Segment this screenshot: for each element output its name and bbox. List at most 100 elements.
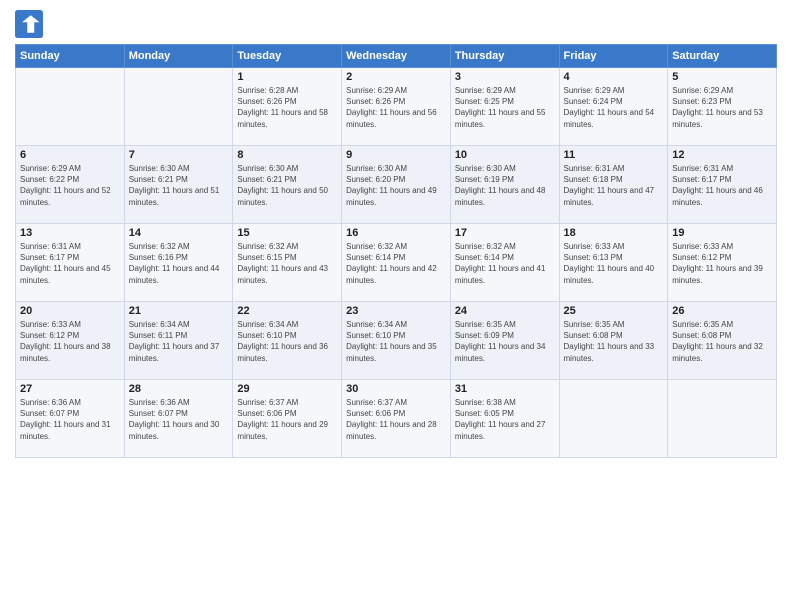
- day-cell: 18 Sunrise: 6:33 AM Sunset: 6:13 PM Dayli…: [559, 224, 668, 302]
- day-number: 3: [455, 71, 555, 83]
- day-info: Sunrise: 6:33 AM Sunset: 6:12 PM Dayligh…: [672, 241, 772, 286]
- day-cell: 25 Sunrise: 6:35 AM Sunset: 6:08 PM Dayli…: [559, 302, 668, 380]
- day-cell: 2 Sunrise: 6:29 AM Sunset: 6:26 PM Daylig…: [342, 68, 451, 146]
- day-number: 7: [129, 149, 229, 161]
- day-cell: 28 Sunrise: 6:36 AM Sunset: 6:07 PM Dayli…: [124, 380, 233, 458]
- day-info: Sunrise: 6:32 AM Sunset: 6:15 PM Dayligh…: [237, 241, 337, 286]
- day-info: Sunrise: 6:29 AM Sunset: 6:24 PM Dayligh…: [564, 85, 664, 130]
- day-number: 31: [455, 383, 555, 395]
- day-number: 23: [346, 305, 446, 317]
- day-cell: 19 Sunrise: 6:33 AM Sunset: 6:12 PM Dayli…: [668, 224, 777, 302]
- day-cell: 29Sunrise: 6:37 AM Sunset: 6:06 PM Dayli…: [233, 380, 342, 458]
- day-cell: [559, 380, 668, 458]
- day-info: Sunrise: 6:30 AM Sunset: 6:21 PM Dayligh…: [129, 163, 229, 208]
- week-row-2: 6 Sunrise: 6:29 AM Sunset: 6:22 PM Daylig…: [16, 146, 777, 224]
- day-info: Sunrise: 6:29 AM Sunset: 6:26 PM Dayligh…: [346, 85, 446, 130]
- weekday-header-row: SundayMondayTuesdayWednesdayThursdayFrid…: [16, 45, 777, 68]
- weekday-header-wednesday: Wednesday: [342, 45, 451, 68]
- day-info: Sunrise: 6:33 AM Sunset: 6:12 PM Dayligh…: [20, 319, 120, 364]
- day-number: 15: [237, 227, 337, 239]
- day-number: 28: [129, 383, 229, 395]
- day-cell: 9 Sunrise: 6:30 AM Sunset: 6:20 PM Daylig…: [342, 146, 451, 224]
- day-number: 8: [237, 149, 337, 161]
- week-row-4: 20 Sunrise: 6:33 AM Sunset: 6:12 PM Dayli…: [16, 302, 777, 380]
- day-cell: 30 Sunrise: 6:37 AM Sunset: 6:06 PM Dayli…: [342, 380, 451, 458]
- day-info: Sunrise: 6:36 AM Sunset: 6:07 PM Dayligh…: [129, 397, 229, 442]
- day-number: 13: [20, 227, 120, 239]
- day-cell: 10 Sunrise: 6:30 AM Sunset: 6:19 PM Dayli…: [450, 146, 559, 224]
- day-cell: 6 Sunrise: 6:29 AM Sunset: 6:22 PM Daylig…: [16, 146, 125, 224]
- day-number: 27: [20, 383, 120, 395]
- day-cell: 8 Sunrise: 6:30 AM Sunset: 6:21 PM Daylig…: [233, 146, 342, 224]
- day-cell: 24Sunrise: 6:35 AM Sunset: 6:09 PM Dayli…: [450, 302, 559, 380]
- day-number: 5: [672, 71, 772, 83]
- day-number: 24: [455, 305, 555, 317]
- day-info: Sunrise: 6:32 AM Sunset: 6:16 PM Dayligh…: [129, 241, 229, 286]
- day-number: 19: [672, 227, 772, 239]
- day-info: Sunrise: 6:29 AM Sunset: 6:23 PM Dayligh…: [672, 85, 772, 130]
- day-number: 25: [564, 305, 664, 317]
- day-info: Sunrise: 6:34 AM Sunset: 6:10 PM Dayligh…: [237, 319, 337, 364]
- day-info: Sunrise: 6:32 AM Sunset: 6:14 PM Dayligh…: [455, 241, 555, 286]
- day-cell: 3 Sunrise: 6:29 AM Sunset: 6:25 PM Daylig…: [450, 68, 559, 146]
- day-cell: 11 Sunrise: 6:31 AM Sunset: 6:18 PM Dayli…: [559, 146, 668, 224]
- day-info: Sunrise: 6:38 AM Sunset: 6:05 PM Dayligh…: [455, 397, 555, 442]
- day-number: 6: [20, 149, 120, 161]
- week-row-1: 1 Sunrise: 6:28 AM Sunset: 6:26 PM Daylig…: [16, 68, 777, 146]
- day-info: Sunrise: 6:31 AM Sunset: 6:17 PM Dayligh…: [20, 241, 120, 286]
- day-number: 14: [129, 227, 229, 239]
- weekday-header-tuesday: Tuesday: [233, 45, 342, 68]
- day-number: 17: [455, 227, 555, 239]
- calendar-table: SundayMondayTuesdayWednesdayThursdayFrid…: [15, 44, 777, 458]
- day-number: 4: [564, 71, 664, 83]
- day-number: 26: [672, 305, 772, 317]
- day-cell: 7 Sunrise: 6:30 AM Sunset: 6:21 PM Daylig…: [124, 146, 233, 224]
- day-cell: 21Sunrise: 6:34 AM Sunset: 6:11 PM Dayli…: [124, 302, 233, 380]
- day-cell: 20 Sunrise: 6:33 AM Sunset: 6:12 PM Dayli…: [16, 302, 125, 380]
- day-number: 18: [564, 227, 664, 239]
- day-number: 11: [564, 149, 664, 161]
- day-number: 21: [129, 305, 229, 317]
- day-cell: 12 Sunrise: 6:31 AM Sunset: 6:17 PM Dayli…: [668, 146, 777, 224]
- day-cell: 13 Sunrise: 6:31 AM Sunset: 6:17 PM Dayli…: [16, 224, 125, 302]
- day-info: Sunrise: 6:29 AM Sunset: 6:25 PM Dayligh…: [455, 85, 555, 130]
- day-cell: [668, 380, 777, 458]
- day-info: Sunrise: 6:30 AM Sunset: 6:20 PM Dayligh…: [346, 163, 446, 208]
- day-number: 22: [237, 305, 337, 317]
- day-number: 12: [672, 149, 772, 161]
- day-info: Sunrise: 6:35 AM Sunset: 6:08 PM Dayligh…: [564, 319, 664, 364]
- day-number: 9: [346, 149, 446, 161]
- day-info: Sunrise: 6:37 AM Sunset: 6:06 PM Dayligh…: [346, 397, 446, 442]
- weekday-header-friday: Friday: [559, 45, 668, 68]
- day-info: Sunrise: 6:36 AM Sunset: 6:07 PM Dayligh…: [20, 397, 120, 442]
- week-row-3: 13 Sunrise: 6:31 AM Sunset: 6:17 PM Dayli…: [16, 224, 777, 302]
- weekday-header-thursday: Thursday: [450, 45, 559, 68]
- week-row-5: 27 Sunrise: 6:36 AM Sunset: 6:07 PM Dayli…: [16, 380, 777, 458]
- day-info: Sunrise: 6:32 AM Sunset: 6:14 PM Dayligh…: [346, 241, 446, 286]
- day-number: 20: [20, 305, 120, 317]
- day-info: Sunrise: 6:33 AM Sunset: 6:13 PM Dayligh…: [564, 241, 664, 286]
- day-cell: 17 Sunrise: 6:32 AM Sunset: 6:14 PM Dayli…: [450, 224, 559, 302]
- day-info: Sunrise: 6:35 AM Sunset: 6:08 PM Dayligh…: [672, 319, 772, 364]
- day-info: Sunrise: 6:31 AM Sunset: 6:17 PM Dayligh…: [672, 163, 772, 208]
- day-info: Sunrise: 6:30 AM Sunset: 6:21 PM Dayligh…: [237, 163, 337, 208]
- day-info: Sunrise: 6:37 AM Sunset: 6:06 PM Dayligh…: [237, 397, 337, 442]
- day-info: Sunrise: 6:31 AM Sunset: 6:18 PM Dayligh…: [564, 163, 664, 208]
- day-number: 2: [346, 71, 446, 83]
- day-info: Sunrise: 6:34 AM Sunset: 6:10 PM Dayligh…: [346, 319, 446, 364]
- day-number: 10: [455, 149, 555, 161]
- logo: [15, 10, 47, 38]
- day-number: 1: [237, 71, 337, 83]
- weekday-header-sunday: Sunday: [16, 45, 125, 68]
- day-cell: 26 Sunrise: 6:35 AM Sunset: 6:08 PM Dayli…: [668, 302, 777, 380]
- day-number: 30: [346, 383, 446, 395]
- page: SundayMondayTuesdayWednesdayThursdayFrid…: [0, 0, 792, 612]
- day-info: Sunrise: 6:29 AM Sunset: 6:22 PM Dayligh…: [20, 163, 120, 208]
- weekday-header-saturday: Saturday: [668, 45, 777, 68]
- day-info: Sunrise: 6:28 AM Sunset: 6:26 PM Dayligh…: [237, 85, 337, 130]
- day-info: Sunrise: 6:30 AM Sunset: 6:19 PM Dayligh…: [455, 163, 555, 208]
- logo-icon: [15, 10, 43, 38]
- day-cell: 15 Sunrise: 6:32 AM Sunset: 6:15 PM Dayli…: [233, 224, 342, 302]
- day-cell: 4 Sunrise: 6:29 AM Sunset: 6:24 PM Daylig…: [559, 68, 668, 146]
- day-cell: 1 Sunrise: 6:28 AM Sunset: 6:26 PM Daylig…: [233, 68, 342, 146]
